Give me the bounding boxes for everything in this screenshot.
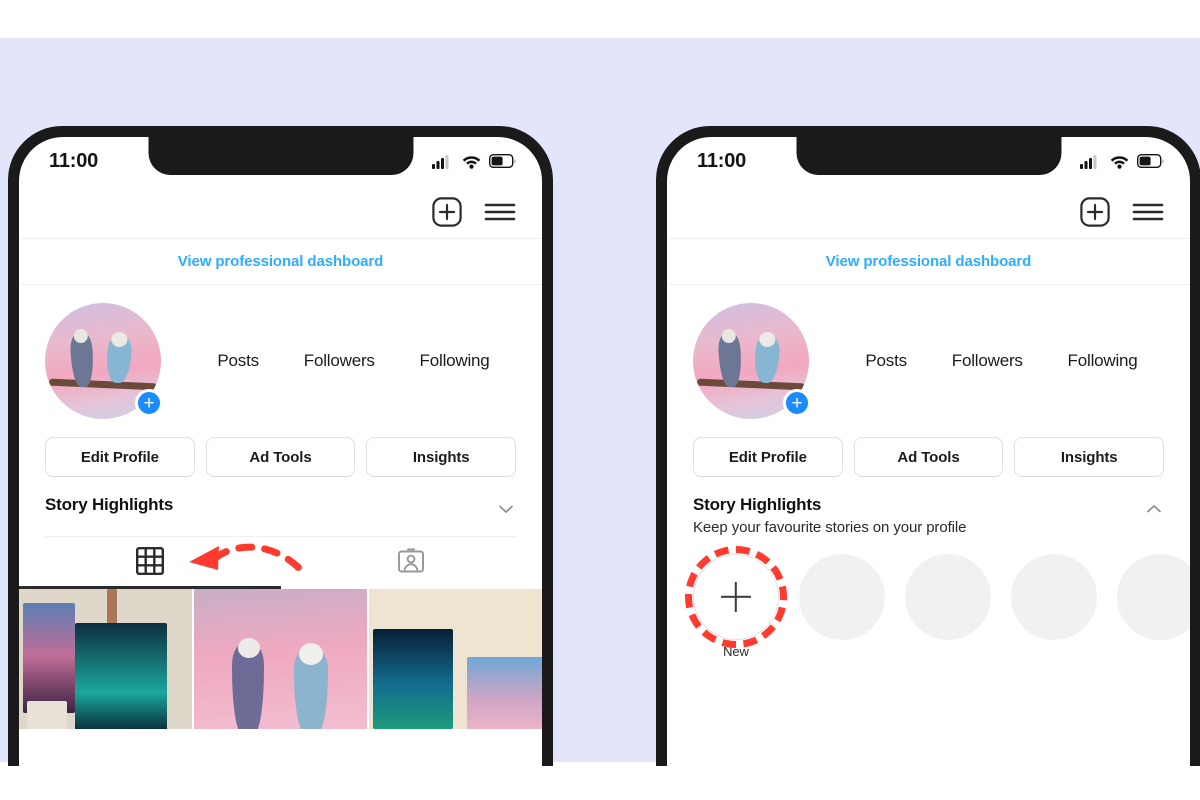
professional-dashboard-row[interactable]: View professional dashboard [667, 239, 1190, 285]
phone-screen-right: 11:00 View professional dashboard + Post… [667, 137, 1190, 766]
post-bird-left [232, 638, 264, 729]
status-icons [432, 154, 516, 169]
wifi-icon [1110, 154, 1129, 169]
post-bird-right [294, 643, 328, 729]
highlight-placeholder-circle[interactable] [1011, 554, 1097, 640]
post-art [467, 657, 542, 729]
story-highlights-section-collapsed[interactable]: Story Highlights [19, 477, 542, 537]
post-grid [19, 589, 542, 729]
highlight-new-circle-wrap[interactable] [685, 546, 787, 648]
avatar-branch [696, 378, 806, 391]
status-time: 11:00 [697, 149, 747, 172]
view-professional-dashboard-link[interactable]: View professional dashboard [826, 253, 1032, 270]
tab-grid[interactable] [19, 537, 281, 589]
tab-tagged[interactable] [281, 537, 543, 589]
chevron-down-icon[interactable] [496, 499, 516, 519]
post-thumbnail[interactable] [19, 589, 192, 729]
plus-box-icon[interactable] [1080, 196, 1110, 227]
story-highlights-title: Story Highlights [45, 495, 174, 514]
plus-box-icon[interactable] [432, 196, 462, 227]
professional-dashboard-row[interactable]: View professional dashboard [19, 239, 542, 285]
post-art [75, 623, 167, 729]
battery-icon [489, 154, 516, 168]
tagged-person-icon [397, 547, 425, 580]
avatar-bird-right [105, 334, 133, 384]
highlight-placeholder-item[interactable] [1117, 554, 1190, 640]
post-art [373, 629, 453, 729]
highlight-new-circle[interactable] [693, 554, 779, 640]
post-thumbnail[interactable] [369, 589, 542, 729]
battery-icon [1137, 154, 1164, 168]
status-icons [1080, 154, 1164, 169]
avatar-branch [48, 378, 158, 391]
highlight-placeholder-item[interactable] [1011, 554, 1097, 640]
profile-header-row: + Posts Followers Following [667, 285, 1190, 435]
stat-followers-label[interactable]: Followers [952, 351, 1023, 371]
phone-screen-left: 11:00 View professional dashboard + Post… [19, 137, 542, 766]
cellular-signal-icon [432, 154, 454, 169]
story-highlights-header[interactable]: Story Highlights Keep your favourite sto… [693, 495, 1164, 536]
profile-stats: Posts Followers Following [161, 351, 516, 371]
status-bar: 11:00 [19, 137, 542, 185]
profile-action-buttons: Edit Profile Ad Tools Insights [19, 435, 542, 477]
post-easel [107, 589, 117, 627]
story-highlights-header[interactable]: Story Highlights [45, 495, 516, 519]
avatar-with-add-story[interactable]: + [693, 303, 811, 419]
profile-stats: Posts Followers Following [809, 351, 1164, 371]
story-highlights-carousel: New [685, 536, 1190, 659]
stat-posts-label[interactable]: Posts [217, 351, 259, 371]
stat-following-label[interactable]: Following [420, 351, 490, 371]
edit-profile-button[interactable]: Edit Profile [693, 437, 843, 477]
add-story-badge[interactable]: + [135, 389, 163, 417]
hamburger-menu-icon[interactable] [484, 200, 516, 224]
chevron-up-icon[interactable] [1144, 499, 1164, 519]
phone-mockup-right: 11:00 View professional dashboard + Post… [656, 126, 1200, 766]
avatar-bird-right [753, 334, 781, 384]
hamburger-menu-icon[interactable] [1132, 200, 1164, 224]
add-story-badge[interactable]: + [783, 389, 811, 417]
ad-tools-button[interactable]: Ad Tools [205, 437, 356, 477]
highlight-placeholder-circle[interactable] [1117, 554, 1190, 640]
highlight-new-label: New [723, 644, 749, 659]
edit-profile-button[interactable]: Edit Profile [45, 437, 195, 477]
post-thumbnail[interactable] [194, 589, 367, 729]
story-highlights-section-expanded[interactable]: Story Highlights Keep your favourite sto… [667, 477, 1190, 659]
story-highlights-title: Story Highlights [693, 495, 822, 514]
ad-tools-button[interactable]: Ad Tools [853, 437, 1004, 477]
phone-mockup-left: 11:00 View professional dashboard + Post… [8, 126, 553, 766]
post-art [23, 603, 75, 713]
cellular-signal-icon [1080, 154, 1102, 169]
plus-icon [721, 582, 751, 612]
stat-posts-label[interactable]: Posts [865, 351, 907, 371]
insights-button[interactable]: Insights [1014, 437, 1165, 477]
highlight-placeholder-item[interactable] [799, 554, 885, 640]
story-highlights-subtitle: Keep your favourite stories on your prof… [693, 519, 967, 536]
grid-icon [135, 546, 164, 580]
highlight-placeholder-circle[interactable] [799, 554, 885, 640]
profile-tabs [19, 537, 542, 589]
highlight-new-item[interactable]: New [685, 546, 787, 659]
highlight-placeholder-item[interactable] [905, 554, 991, 640]
post-art [27, 701, 67, 729]
avatar-with-add-story[interactable]: + [45, 303, 163, 419]
wifi-icon [462, 154, 481, 169]
screenshot-canvas: 11:00 View professional dashboard + Post… [0, 0, 1200, 800]
profile-action-buttons: Edit Profile Ad Tools Insights [667, 435, 1190, 477]
status-time: 11:00 [49, 149, 99, 172]
status-bar: 11:00 [667, 137, 1190, 185]
stat-following-label[interactable]: Following [1068, 351, 1138, 371]
profile-header-row: + Posts Followers Following [19, 285, 542, 435]
insights-button[interactable]: Insights [366, 437, 517, 477]
view-professional-dashboard-link[interactable]: View professional dashboard [178, 253, 384, 270]
top-action-bar [667, 185, 1190, 239]
highlight-placeholder-circle[interactable] [905, 554, 991, 640]
top-action-bar [19, 185, 542, 239]
stat-followers-label[interactable]: Followers [304, 351, 375, 371]
